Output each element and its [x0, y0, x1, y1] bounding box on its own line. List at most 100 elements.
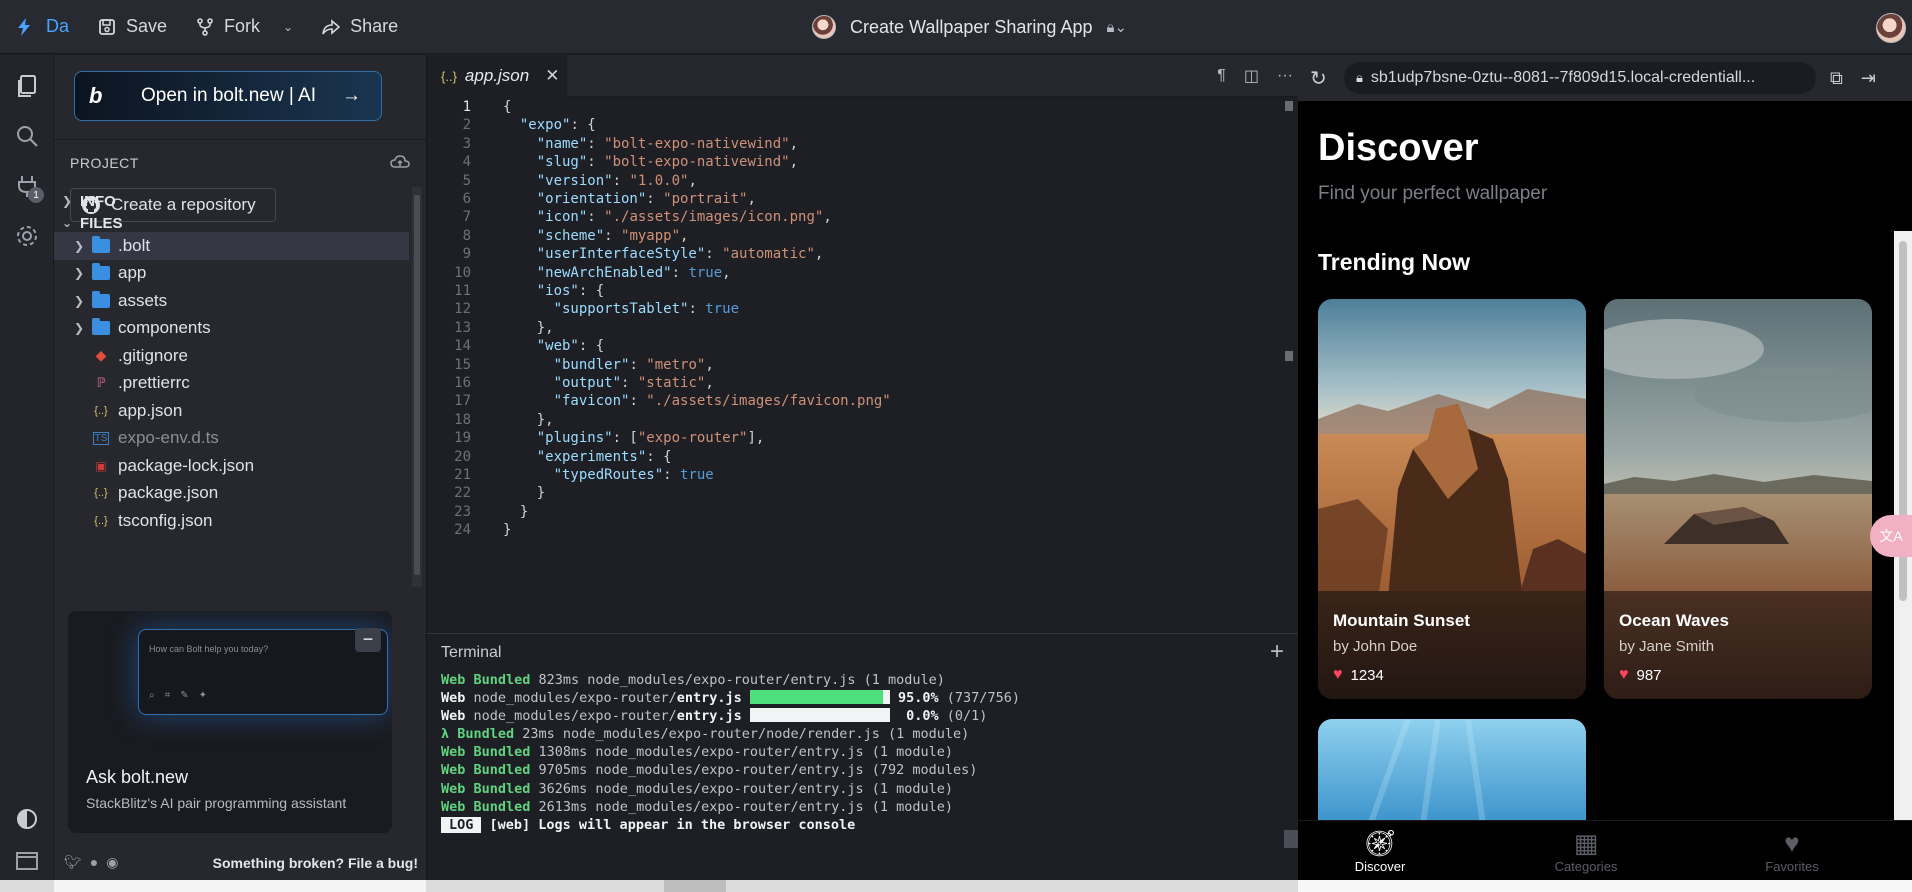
code-scrollbar[interactable]: [1282, 99, 1296, 631]
nav-categories-label: Categories: [1554, 859, 1618, 874]
fork-button[interactable]: Fork ⌄: [181, 0, 307, 54]
file-name: .bolt: [118, 235, 151, 255]
collapse-panel-icon[interactable]: ⇥: [1861, 68, 1876, 89]
lock-icon[interactable]: 🔒︎⌄: [1106, 18, 1127, 36]
file-tree-item[interactable]: ◆ .gitignore: [54, 342, 409, 370]
file-tree-item[interactable]: {..} app.json: [54, 397, 409, 425]
discord-icon[interactable]: ◉: [106, 854, 118, 871]
twitter-icon[interactable]: 🐦︎: [64, 854, 82, 871]
nav-discover[interactable]: 🧭︎ Discover: [1320, 827, 1440, 874]
ask-tools-icons: ⌕⌗✎✦: [149, 690, 217, 701]
terminal-line: Web node_modules/expo-router/entry.js 0.…: [441, 708, 988, 725]
bolt-icon: [18, 17, 30, 36]
info-label: INFO: [80, 192, 116, 210]
bundle-progress-bar: [749, 708, 890, 723]
card-title: Ocean Waves: [1619, 611, 1729, 630]
reload-icon[interactable]: ↻: [1310, 66, 1332, 91]
brand-label: Da: [46, 16, 70, 36]
scroll-marker: [1285, 101, 1293, 111]
terminal-output[interactable]: Web Bundled 823ms node_modules/expo-rout…: [441, 672, 1020, 835]
translate-icon[interactable]: 文A: [1870, 515, 1912, 557]
plugin-icon[interactable]: 1: [8, 167, 46, 205]
split-editor-icon[interactable]: ◫: [1244, 66, 1259, 86]
sidebar-footer: 🐦︎ ● ◉ Something broken? File a bug!: [54, 845, 426, 880]
project-title-area[interactable]: Create Wallpaper Sharing App 🔒︎⌄: [812, 0, 1127, 54]
theme-toggle-icon[interactable]: [8, 800, 46, 838]
code-line: }: [503, 485, 546, 502]
project-label: PROJECT: [70, 155, 139, 171]
lock-icon: 🔒︎: [1356, 70, 1363, 85]
file-tree-item[interactable]: ❯ app: [54, 260, 409, 288]
chevron-right-icon: ❯: [62, 194, 73, 208]
code-editor: {..} app.json ✕ ¶ ◫ ··· 1 {2 "expo": {3 "…: [426, 55, 1299, 633]
save-label: Save: [126, 16, 168, 36]
file-name: .gitignore: [118, 345, 188, 365]
file-name: app.json: [118, 400, 183, 420]
save-button[interactable]: Save: [83, 0, 181, 54]
code-line: "ios": {: [536, 283, 605, 299]
nav-categories[interactable]: ▦ Categories: [1526, 827, 1646, 874]
file-tree-item[interactable]: {..} package.json: [54, 480, 409, 508]
file-tree-item[interactable]: ❯ components: [54, 315, 409, 343]
card-title: Mountain Sunset: [1333, 611, 1470, 630]
taskbar-segment: [1298, 880, 1912, 892]
json-file-icon: {..}: [94, 514, 108, 527]
file-tree-item[interactable]: ❯ .bolt: [54, 232, 409, 260]
code-line: "name": "bolt-expo-nativewind",: [536, 135, 799, 152]
report-bug-link[interactable]: Something broken? File a bug!: [213, 855, 418, 871]
tab-label: app.json: [464, 66, 530, 85]
cloud-upload-icon[interactable]: [390, 153, 410, 171]
fork-chevron-down-icon[interactable]: ⌄: [283, 20, 293, 34]
code-line: }: [503, 522, 512, 539]
settings-gear-icon[interactable]: [8, 217, 46, 255]
sidebar: b Open in bolt.new | AI → PROJECT Create…: [54, 55, 426, 880]
card-likes[interactable]: ♥ 1234: [1333, 666, 1384, 684]
add-terminal-icon[interactable]: +: [1270, 638, 1284, 666]
editor-tab-app-json[interactable]: {..} app.json ✕: [427, 55, 567, 97]
preview-url-field[interactable]: 🔒︎ sb1udp7bsne-0ztu--8081--7f809d15.loca…: [1344, 62, 1816, 94]
file-tree-item[interactable]: ℙ .prettierrc: [54, 370, 409, 398]
code-line: "expo": {: [519, 117, 596, 134]
likes-count: 987: [1636, 666, 1662, 684]
prettier-icon: ℙ: [96, 375, 106, 391]
user-avatar[interactable]: [1876, 13, 1906, 43]
minimize-icon[interactable]: −: [355, 628, 381, 652]
line-number: 13: [454, 319, 471, 336]
chevron-right-icon: ❯: [74, 266, 85, 281]
brand-menu[interactable]: Da: [0, 0, 83, 54]
file-tree: ❯ .bolt ❯ app ❯ assets ❯ components ◆ .gitignore ℙ…: [54, 232, 409, 535]
wallpaper-card-mountain-sunset[interactable]: Mountain Sunset by John Doe ♥ 1234: [1318, 299, 1586, 699]
close-tab-icon[interactable]: ✕: [545, 66, 559, 86]
nav-favorites[interactable]: ♥ Favorites: [1732, 827, 1852, 874]
code-area[interactable]: 1 {2 "expo": {3 "name": "bolt-expo-native…: [427, 99, 1287, 631]
activity-rail: 1: [0, 55, 54, 880]
format-icon[interactable]: ¶: [1217, 67, 1226, 85]
file-tree-item[interactable]: ▣ package-lock.json: [54, 452, 409, 480]
discover-subtitle: Find your perfect wallpaper: [1318, 183, 1548, 204]
more-icon[interactable]: ···: [1277, 67, 1293, 85]
card-info: Mountain Sunset by John Doe ♥ 1234: [1318, 591, 1586, 699]
arrow-right-icon: →: [342, 85, 361, 106]
code-line: "newArchEnabled": true,: [536, 264, 731, 281]
file-tree-item[interactable]: ❯ assets: [54, 287, 409, 315]
terminal-line: Web Bundled 1308ms node_modules/expo-rou…: [441, 744, 954, 761]
github-link-icon[interactable]: ●: [90, 854, 98, 871]
ask-bolt-card[interactable]: How can Bolt help you today? ⌕⌗✎✦ − Ask …: [68, 611, 392, 833]
open-in-bolt-button[interactable]: b Open in bolt.new | AI →: [74, 71, 382, 121]
files-icon[interactable]: [8, 67, 46, 105]
terminal-scrollbar[interactable]: [1284, 830, 1298, 848]
open-external-icon[interactable]: ⧉: [1830, 68, 1843, 89]
file-name: expo-env.d.ts: [118, 428, 219, 448]
file-tree-item[interactable]: TS expo-env.d.ts: [54, 425, 409, 453]
layout-panel-icon[interactable]: [8, 842, 46, 880]
card-likes[interactable]: ♥ 987: [1619, 666, 1662, 684]
folder-icon: [92, 290, 110, 309]
file-tree-item[interactable]: {..} tsconfig.json: [54, 507, 409, 535]
sidebar-scrollbar-thumb[interactable]: [414, 195, 420, 575]
json-file-icon: {..}: [441, 68, 457, 84]
preview-actions: ⧉ ⇥: [1830, 68, 1876, 89]
share-button[interactable]: Share: [307, 0, 412, 54]
sidebar-scrollbar[interactable]: [412, 187, 422, 587]
wallpaper-card-ocean-waves[interactable]: Ocean Waves by Jane Smith ♥ 987: [1604, 299, 1872, 699]
search-icon[interactable]: [8, 117, 46, 155]
